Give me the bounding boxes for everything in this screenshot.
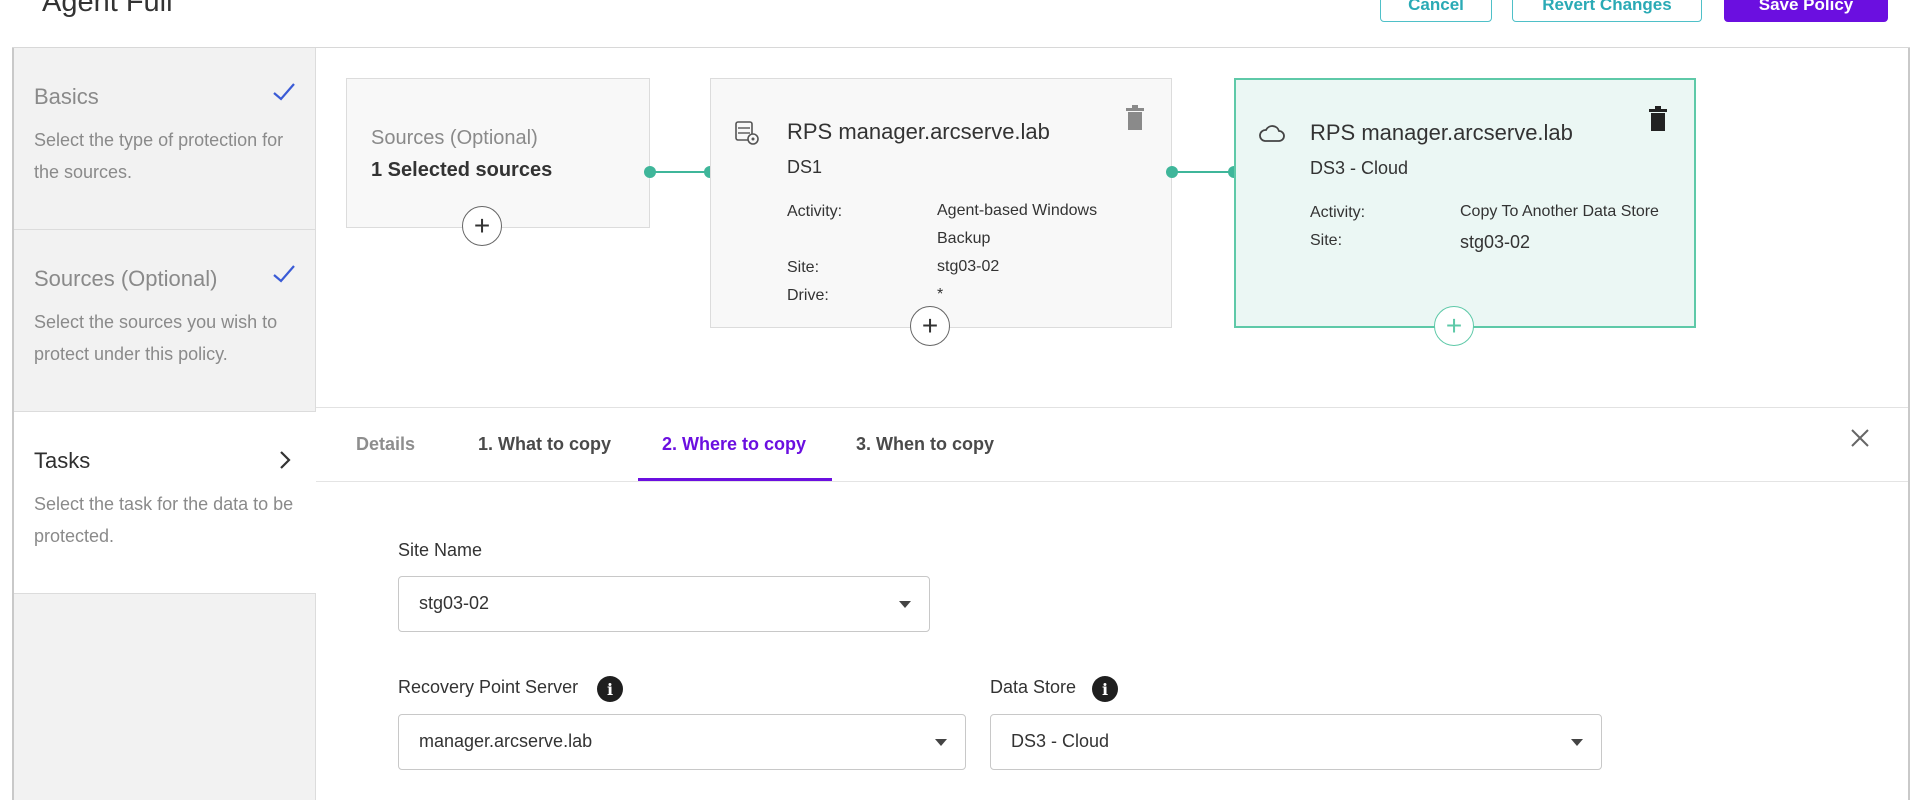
- step-sources[interactable]: Sources (Optional) Select the sources yo…: [14, 230, 316, 412]
- drive-label: Drive:: [787, 287, 829, 304]
- chevron-down-icon: [935, 739, 947, 746]
- wizard-steps: Basics Select the type of protection for…: [14, 48, 316, 800]
- step-title: Tasks: [34, 448, 91, 473]
- chevron-down-icon: [1571, 739, 1583, 746]
- sources-card[interactable]: Sources (Optional) 1 Selected sources: [346, 78, 650, 228]
- tab-when-to-copy[interactable]: 3. When to copy: [856, 434, 994, 455]
- info-icon[interactable]: i: [597, 676, 623, 702]
- task-card-datastore: DS3 - Cloud: [1310, 158, 1409, 178]
- cloud-icon: [1259, 125, 1285, 142]
- site-value: stg03-02: [937, 258, 1000, 275]
- site-name-value: stg03-02: [419, 593, 490, 613]
- revert-changes-button[interactable]: Revert Changes: [1512, 0, 1702, 22]
- activity-label: Activity:: [1310, 204, 1366, 221]
- page-header: Agent Full Cancel Revert Changes Save Po…: [12, 0, 1910, 48]
- step-basics[interactable]: Basics Select the type of protection for…: [14, 48, 316, 230]
- task-card-title: RPS manager.arcserve.lab: [787, 119, 1050, 144]
- checkmark-icon: [273, 265, 295, 283]
- tab-where-to-copy[interactable]: 2. Where to copy: [662, 434, 806, 455]
- chevron-right-icon: [280, 451, 291, 469]
- task-card-backup[interactable]: RPS manager.arcserve.lab DS1 Activity: A…: [710, 78, 1172, 328]
- info-icon[interactable]: i: [1092, 676, 1118, 702]
- trash-icon[interactable]: [1648, 106, 1668, 132]
- cancel-button[interactable]: Cancel: [1380, 0, 1492, 22]
- checkmark-icon: [273, 83, 295, 101]
- site-label: Site:: [1310, 232, 1343, 249]
- activity-value: Agent-based Windows Backup: [937, 202, 1098, 247]
- step-title: Sources (Optional): [34, 266, 218, 291]
- step-description: Select the sources you wish to protect u…: [34, 312, 278, 364]
- task-card-copy[interactable]: RPS manager.arcserve.lab DS3 - Cloud Act…: [1234, 78, 1696, 328]
- data-store-label: Data Store: [990, 677, 1077, 697]
- data-store-select[interactable]: DS3 - Cloud: [990, 714, 1602, 770]
- task-flow: Sources (Optional) 1 Selected sources + …: [316, 48, 1908, 408]
- page-title: Agent Full: [42, 0, 173, 18]
- task-card-datastore: DS1: [787, 157, 823, 177]
- sources-card-value: 1 Selected sources: [371, 159, 553, 181]
- task-card-title: RPS manager.arcserve.lab: [1310, 120, 1573, 145]
- trash-icon[interactable]: [1125, 105, 1145, 131]
- data-store-value: DS3 - Cloud: [1011, 731, 1110, 751]
- save-policy-button[interactable]: Save Policy: [1724, 0, 1888, 22]
- sources-card-label: Sources (Optional): [371, 127, 538, 149]
- site-name-label: Site Name: [398, 540, 483, 560]
- site-value: stg03-02: [1460, 232, 1531, 252]
- activity-label: Activity:: [787, 203, 843, 220]
- server-disk-icon: [735, 121, 759, 145]
- connector-line: [650, 171, 710, 173]
- active-tab-indicator: [638, 478, 832, 481]
- step-tasks[interactable]: Tasks Select the task for the data to be…: [14, 412, 316, 594]
- rps-label: Recovery Point Server: [398, 677, 579, 697]
- close-icon[interactable]: [1848, 426, 1872, 450]
- add-task-button[interactable]: +: [910, 306, 950, 346]
- site-name-select[interactable]: stg03-02: [398, 576, 930, 632]
- drive-value: *: [937, 286, 944, 303]
- chevron-down-icon: [899, 601, 911, 608]
- tab-details[interactable]: Details: [356, 434, 415, 455]
- site-label: Site:: [787, 259, 820, 276]
- step-description: Select the type of protection for the so…: [34, 130, 284, 182]
- step-description: Select the task for the data to be prote…: [34, 494, 294, 546]
- activity-value: Copy To Another Data Store: [1460, 203, 1659, 220]
- connector-line: [1172, 171, 1234, 173]
- tab-what-to-copy[interactable]: 1. What to copy: [478, 434, 611, 455]
- task-tabs: Details 1. What to copy 2. Where to copy…: [316, 408, 1908, 482]
- step-title: Basics: [34, 84, 99, 109]
- rps-select[interactable]: manager.arcserve.lab: [398, 714, 966, 770]
- add-source-button[interactable]: +: [462, 206, 502, 246]
- rps-value: manager.arcserve.lab: [419, 731, 593, 751]
- add-task-button[interactable]: +: [1434, 306, 1474, 346]
